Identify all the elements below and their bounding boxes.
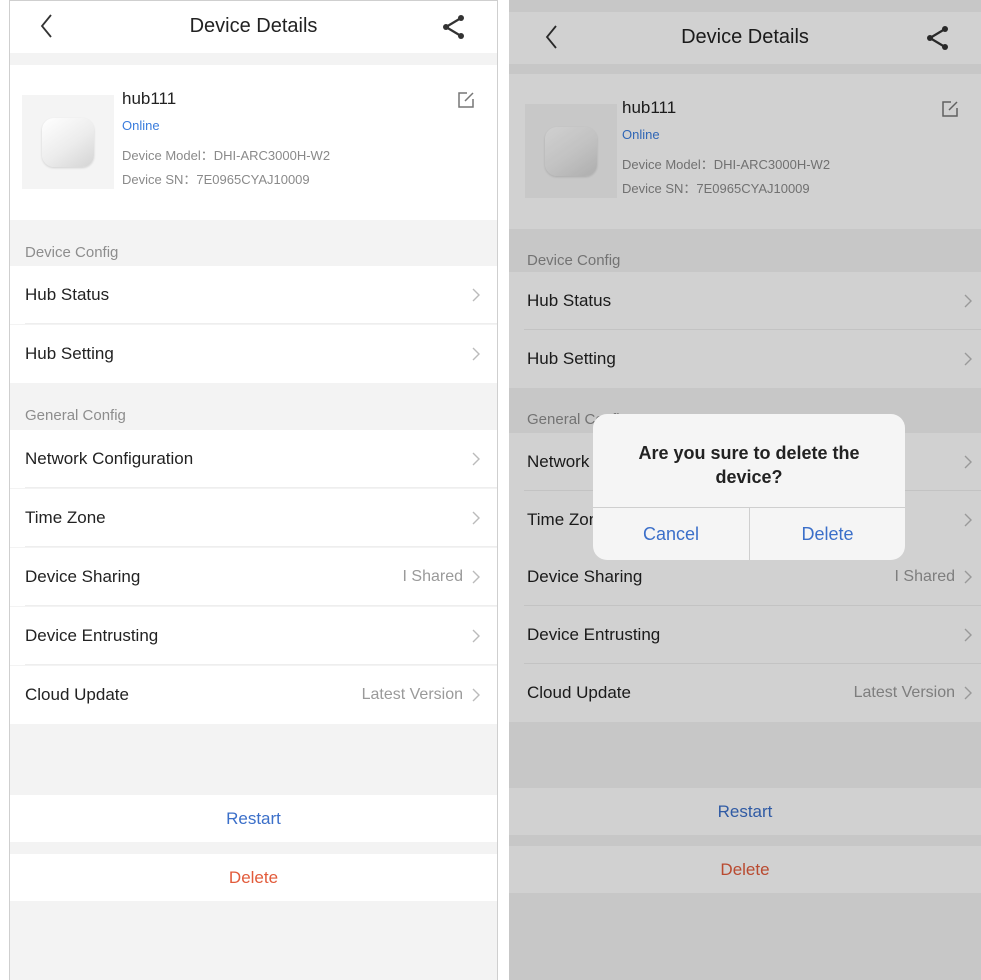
row-divider — [25, 605, 497, 606]
chevron-right-icon — [472, 511, 480, 525]
device-image — [22, 95, 114, 189]
dialog-message: Are you sure to delete the device? — [638, 443, 860, 487]
share-icon — [443, 15, 464, 39]
row-cloud-update[interactable]: Cloud Update Latest Version — [10, 666, 497, 724]
row-device-sharing[interactable]: Device Sharing I Shared — [10, 548, 497, 606]
chevron-right-icon — [472, 629, 480, 643]
row-device-entrusting[interactable]: Device Entrusting — [10, 607, 497, 665]
row-divider — [25, 546, 497, 547]
row-value: Latest Version — [361, 686, 463, 703]
row-divider — [25, 323, 497, 324]
row-network-configuration[interactable]: Network Configuration — [10, 430, 497, 488]
device-card: hub111 Online Device Model：DHI-ARC3000H-… — [10, 65, 497, 220]
delete-label: Delete — [228, 868, 279, 887]
edit-name-button[interactable] — [457, 91, 475, 109]
row-label: Device Entrusting — [25, 626, 159, 645]
row-hub-status[interactable]: Hub Status — [10, 266, 497, 324]
device-status: Online — [122, 118, 160, 133]
share-button[interactable] — [441, 13, 467, 41]
row-label: Device Sharing — [25, 567, 141, 586]
row-label: Hub Setting — [25, 344, 114, 363]
restart-label: Restart — [226, 809, 281, 828]
row-divider — [25, 664, 497, 665]
row-hub-setting[interactable]: Hub Setting — [10, 325, 497, 383]
delete-confirm-dialog: Are you sure to delete the device? Cance… — [593, 414, 905, 560]
chevron-right-icon — [472, 570, 480, 584]
page-title: Device Details — [189, 15, 318, 37]
row-label: Network Configuration — [25, 449, 194, 468]
chevron-right-icon — [472, 347, 480, 361]
dialog-delete-button[interactable]: Delete — [750, 524, 905, 545]
device-sn: Device SN：7E0965CYAJ10009 — [122, 172, 310, 187]
hub-device-icon — [42, 118, 94, 167]
delete-button[interactable]: Delete — [10, 854, 497, 901]
row-label: Time Zone — [25, 508, 106, 527]
chevron-right-icon — [472, 288, 480, 302]
row-label: Cloud Update — [25, 685, 129, 704]
row-label: Hub Status — [25, 285, 110, 304]
restart-button[interactable]: Restart — [10, 795, 497, 842]
device-details-screen: Device Details hub111 Online Device Mode… — [9, 0, 498, 980]
device-model: Device Model：DHI-ARC3000H-W2 — [122, 148, 331, 163]
row-value: I Shared — [402, 568, 463, 585]
row-time-zone[interactable]: Time Zone — [10, 489, 497, 547]
nav-header: Device Details — [10, 1, 497, 53]
section-device-config: Device Config — [25, 244, 119, 261]
device-details-screen-with-dialog: Device Details hub111 Online Device Mode… — [509, 0, 981, 980]
section-general-config: General Config — [25, 407, 126, 424]
chevron-right-icon — [472, 688, 480, 702]
dialog-cancel-button[interactable]: Cancel — [593, 524, 749, 545]
row-divider — [25, 487, 497, 488]
edit-icon — [458, 92, 474, 108]
chevron-right-icon — [472, 452, 480, 466]
device-name: hub111 — [122, 89, 177, 108]
